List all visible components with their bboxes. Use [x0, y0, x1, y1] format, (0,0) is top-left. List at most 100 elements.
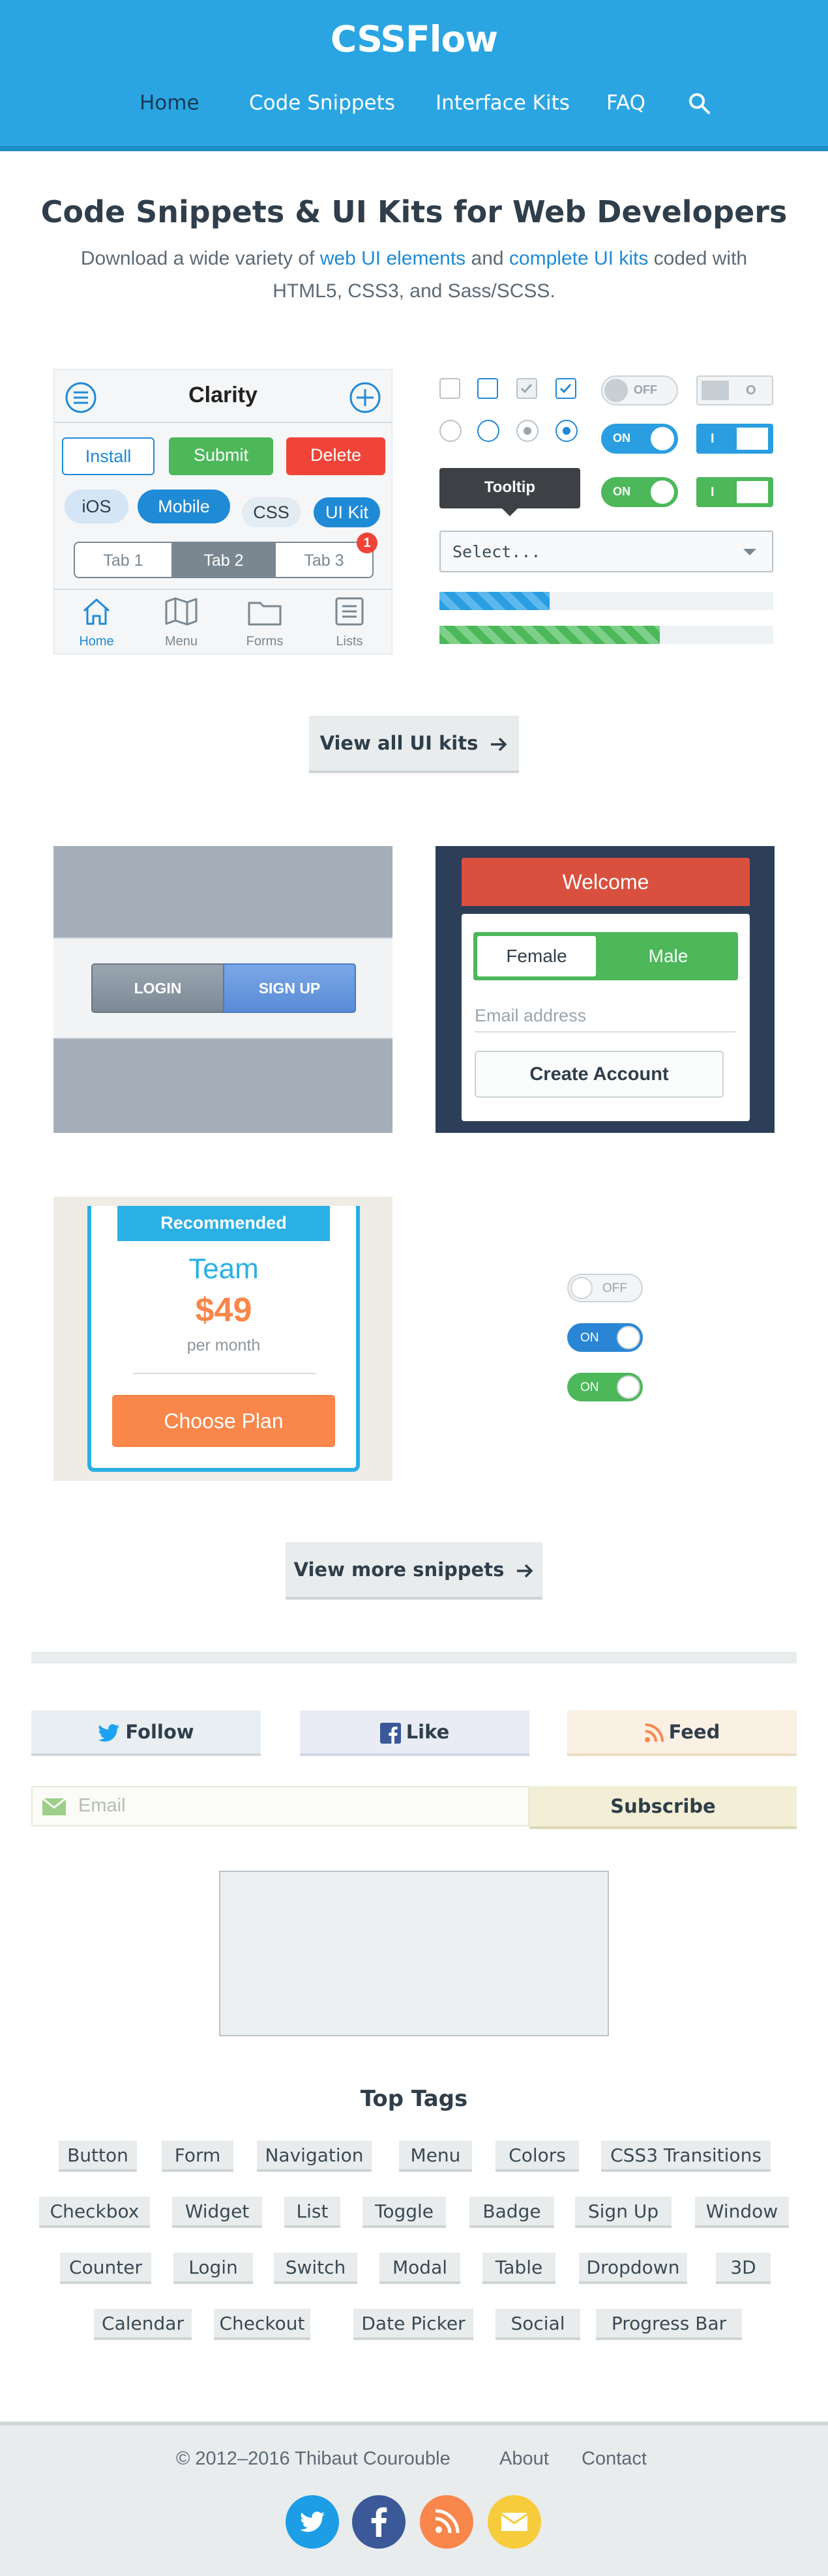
list-icon[interactable]: [334, 596, 364, 626]
tag-sign-up[interactable]: Sign Up: [575, 2197, 672, 2228]
checkbox-checked[interactable]: [555, 378, 576, 399]
tag-dropdown[interactable]: Dropdown: [579, 2253, 687, 2284]
facebook-like-button[interactable]: Like: [300, 1710, 529, 1756]
tag-pill[interactable]: UI Kit: [314, 497, 380, 527]
tag-badge[interactable]: Badge: [469, 2197, 554, 2228]
tag-pill[interactable]: iOS: [65, 490, 128, 523]
tag-counter[interactable]: Counter: [60, 2253, 151, 2284]
square-toggle-on-green[interactable]: I: [696, 477, 773, 507]
square-toggle-off[interactable]: O: [696, 375, 773, 405]
nav-code-snippets[interactable]: Code Snippets: [249, 91, 395, 115]
plan-period: per month: [186, 1336, 261, 1354]
male-option[interactable]: Male: [609, 936, 728, 976]
check-icon: [520, 383, 533, 394]
install-button[interactable]: Install: [62, 437, 155, 475]
complete-ui-kits-link[interactable]: complete UI kits: [509, 248, 648, 269]
footer-facebook-link[interactable]: [352, 2495, 406, 2549]
tag-modal[interactable]: Modal: [379, 2253, 460, 2284]
switch-on-green[interactable]: ON: [567, 1373, 643, 1401]
facebook-icon: [379, 1723, 401, 1744]
folder-icon[interactable]: [247, 599, 282, 626]
tag-button[interactable]: Button: [59, 2141, 137, 2172]
tag-checkout[interactable]: Checkout: [214, 2309, 310, 2340]
welcome-form-snippet[interactable]: Welcome Female Male Email address Create…: [436, 846, 775, 1133]
signup-button[interactable]: SIGN UP: [223, 963, 356, 1013]
toggle-on-green[interactable]: ON: [601, 477, 678, 507]
square-toggle-on-blue[interactable]: I: [696, 424, 773, 454]
radio-disabled-checked[interactable]: [516, 420, 539, 442]
footer-twitter-link[interactable]: [286, 2495, 339, 2549]
map-icon[interactable]: [164, 596, 199, 626]
widgets-kit-preview[interactable]: OFF ON ON O I I Tooltip Select...: [438, 369, 777, 656]
delete-button[interactable]: Delete: [286, 437, 385, 475]
footer-about-link[interactable]: About: [499, 2448, 549, 2470]
tag-pill[interactable]: Mobile: [138, 490, 230, 523]
tag-table[interactable]: Table: [482, 2253, 555, 2284]
submit-button[interactable]: Submit: [169, 437, 273, 475]
checkbox-focused[interactable]: [477, 378, 498, 399]
tag-progress-bar[interactable]: Progress Bar: [596, 2309, 742, 2340]
tag-date-picker[interactable]: Date Picker: [353, 2309, 473, 2340]
login-button[interactable]: LOGIN: [91, 963, 224, 1013]
radio-checked[interactable]: [555, 420, 578, 442]
email-subscribe-field[interactable]: Email: [31, 1786, 529, 1826]
tag-menu[interactable]: Menu: [399, 2141, 472, 2172]
view-all-kits-button[interactable]: View all UI kits: [309, 716, 519, 773]
select-dropdown[interactable]: Select...: [439, 531, 773, 572]
switch-off[interactable]: OFF: [567, 1274, 643, 1302]
tag-window[interactable]: Window: [695, 2197, 789, 2228]
add-icon[interactable]: [349, 381, 381, 414]
tag-navigation[interactable]: Navigation: [257, 2141, 372, 2172]
toggle-on-blue[interactable]: ON: [601, 424, 678, 454]
login-signup-snippet[interactable]: LOGIN SIGN UP: [53, 846, 392, 1133]
radio-unchecked[interactable]: [439, 420, 462, 442]
toggle-label: O: [746, 383, 756, 398]
create-account-button[interactable]: Create Account: [475, 1051, 724, 1098]
pricing-snippet[interactable]: Recommended Team $49 per month Choose Pl…: [53, 1197, 392, 1481]
tag-checkbox[interactable]: Checkbox: [39, 2197, 150, 2228]
tag-css3-transitions[interactable]: CSS3 Transitions: [601, 2141, 771, 2172]
plan-price: $49: [195, 1291, 252, 1329]
tag-form[interactable]: Form: [162, 2141, 233, 2172]
tag-calendar[interactable]: Calendar: [94, 2309, 192, 2340]
nav-interface-kits[interactable]: Interface Kits: [436, 91, 570, 115]
choose-plan-button[interactable]: Choose Plan: [112, 1395, 335, 1447]
radio-focused[interactable]: [477, 420, 499, 442]
web-ui-elements-link[interactable]: web UI elements: [320, 248, 466, 269]
tabbar-forms[interactable]: Forms: [226, 634, 304, 649]
footer-email-link[interactable]: [488, 2495, 541, 2549]
site-logo[interactable]: CSSFlow: [0, 18, 828, 60]
tag-3d[interactable]: 3D: [716, 2253, 771, 2284]
tabbar-lists[interactable]: Lists: [310, 634, 389, 649]
twitter-follow-button[interactable]: Follow: [31, 1710, 261, 1756]
view-more-snippets-button[interactable]: View more snippets: [286, 1542, 542, 1600]
home-icon[interactable]: [80, 596, 113, 626]
switch-on-blue[interactable]: ON: [567, 1323, 643, 1352]
subscribe-button[interactable]: Subscribe: [529, 1786, 797, 1829]
tag-social[interactable]: Social: [495, 2309, 580, 2340]
tag-switch[interactable]: Switch: [274, 2253, 357, 2284]
clarity-kit-preview[interactable]: Clarity Install Submit Delete iOS Mobile…: [53, 369, 392, 654]
tabbar-menu[interactable]: Menu: [142, 634, 220, 649]
rss-feed-button[interactable]: Feed: [567, 1710, 797, 1756]
search-icon[interactable]: [688, 93, 711, 115]
segment-tab-1[interactable]: Tab 1: [74, 542, 173, 578]
nav-home[interactable]: Home: [140, 91, 200, 115]
tag-widget[interactable]: Widget: [172, 2197, 262, 2228]
tag-colors[interactable]: Colors: [495, 2141, 579, 2172]
tag-toggle[interactable]: Toggle: [362, 2197, 446, 2228]
progress-bar-green: [439, 626, 773, 644]
segment-tab-2[interactable]: Tab 2: [171, 542, 276, 578]
tag-list[interactable]: List: [284, 2197, 340, 2228]
footer-contact-link[interactable]: Contact: [582, 2448, 647, 2470]
tag-pill[interactable]: CSS: [242, 497, 301, 527]
tabbar-home[interactable]: Home: [57, 634, 136, 649]
tag-login[interactable]: Login: [173, 2253, 253, 2284]
nav-faq[interactable]: FAQ: [606, 91, 645, 115]
email-field[interactable]: Email address: [475, 999, 735, 1032]
toggle-off[interactable]: OFF: [601, 375, 678, 405]
footer-rss-link[interactable]: [420, 2495, 473, 2549]
checkbox-disabled-checked[interactable]: [516, 378, 537, 399]
checkbox-unchecked[interactable]: [439, 378, 460, 399]
female-option[interactable]: Female: [477, 936, 596, 976]
